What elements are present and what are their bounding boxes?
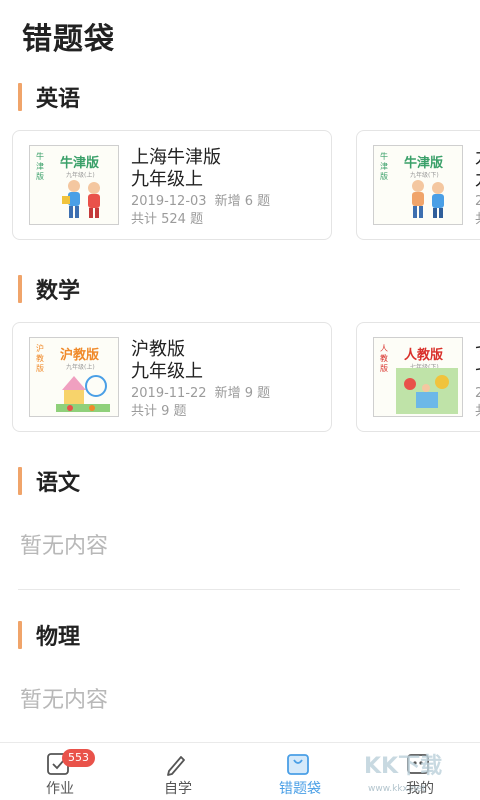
cover-title: 牛津版 — [60, 156, 100, 171]
book-cover: 牛津版 牛津版 九年级(下) — [373, 145, 463, 225]
tab-mistakes[interactable]: 错题袋 — [240, 743, 360, 800]
section-chinese: 语文 暂无内容 — [0, 466, 480, 586]
empty-state-text: 暂无内容 — [20, 534, 109, 559]
book-date: 2019-12-03 — [131, 194, 207, 209]
section-header: 语文 — [18, 466, 80, 496]
book-date: 2 — [475, 386, 480, 401]
cover-side-text: 牛津版 — [380, 152, 388, 181]
book-cover: 人教版 人教版 七年级(下) — [373, 337, 463, 417]
tab-label-mistakes: 错题袋 — [279, 781, 321, 797]
section-label-chinese: 语文 — [36, 471, 81, 496]
book-card-oxford-partial[interactable]: 牛津版 牛津版 九年级(下) 九 九 2 共 — [356, 130, 480, 240]
tab-homework[interactable]: 553 作业 — [0, 743, 120, 800]
tab-label-homework: 作业 — [46, 781, 74, 797]
section-header: 英语 — [18, 82, 80, 112]
section-english: 英语 牛津版 牛津版 九年级(上) 上海牛津版 九年级上 2019-12-03 … — [0, 80, 480, 250]
book-grade: 九 — [475, 169, 480, 191]
section-label-math: 数学 — [36, 279, 81, 304]
book-update-line: 2019-12-03 新增 6 题 — [131, 193, 278, 211]
book-name: 上海牛津版 — [131, 147, 221, 168]
section-math: 数学 沪教版 沪教版 九年级(上) 沪教版 九年级上 2019-11-22 新增… — [0, 272, 480, 442]
section-label-english: 英语 — [36, 87, 81, 112]
book-card-shanghai-oxford[interactable]: 牛津版 牛津版 九年级(上) 上海牛津版 九年级上 2019-12-03 新增 … — [12, 130, 332, 240]
book-info: 沪教版 九年级上 2019-11-22 新增 9 题 共计 9 题 — [131, 339, 278, 421]
section-accent-bar — [18, 275, 22, 303]
cover-title: 沪教版 — [60, 348, 100, 363]
kids-illustration-icon — [412, 180, 444, 218]
book-info: 九 九 2 共 — [475, 147, 480, 229]
book-grade: 九年级上 — [131, 361, 203, 382]
section-header: 数学 — [18, 274, 80, 304]
cover-title: 人教版 — [404, 348, 444, 363]
section-accent-bar — [18, 621, 22, 649]
book-name: 沪教版 — [131, 339, 185, 360]
book-date: 2 — [475, 194, 480, 209]
section-label-physics: 物理 — [36, 625, 81, 650]
empty-state-text: 暂无内容 — [20, 688, 109, 713]
book-grade: 九年级上 — [131, 169, 203, 190]
cover-title: 牛津版 — [404, 156, 444, 171]
section-accent-bar — [18, 83, 22, 111]
bag-icon — [287, 754, 309, 775]
book-update-line: 2019-11-22 新增 9 题 — [131, 385, 278, 403]
book-name: 七 — [475, 339, 480, 361]
cover-side-text: 牛津版 — [36, 152, 44, 181]
watermark-url: www.kkx.net — [368, 784, 426, 794]
book-total: 共 — [475, 211, 480, 229]
section-header: 物理 — [18, 620, 80, 650]
kids-illustration-icon — [62, 180, 100, 218]
book-cover: 沪教版 沪教版 九年级(上) — [29, 337, 119, 417]
section-accent-bar — [18, 467, 22, 495]
book-info: 七 七 2 共 — [475, 339, 480, 421]
book-card-row[interactable]: 牛津版 牛津版 九年级(上) 上海牛津版 九年级上 2019-12-03 新增 … — [12, 130, 480, 242]
book-total: 共计 9 题 — [131, 404, 187, 419]
book-total: 共计 524 题 — [131, 212, 204, 227]
section-divider — [18, 589, 460, 590]
book-card-hujiao[interactable]: 沪教版 沪教版 九年级(上) 沪教版 九年级上 2019-11-22 新增 9 题… — [12, 322, 332, 432]
section-physics: 物理 暂无内容 — [0, 620, 480, 730]
page-title: 错题袋 — [22, 22, 115, 57]
homework-badge: 553 — [62, 749, 95, 767]
carnival-illustration-icon — [56, 375, 110, 412]
book-info: 上海牛津版 九年级上 2019-12-03 新增 6 题 共计 524 题 — [131, 147, 278, 229]
book-total: 共 — [475, 403, 480, 421]
book-date: 2019-11-22 — [131, 386, 207, 401]
watermark-brand: KK下载 — [364, 754, 443, 779]
cover-side-text: 人教版 — [380, 344, 388, 373]
pencil-icon — [167, 756, 185, 776]
book-name: 九 — [475, 147, 480, 169]
tab-label-self-study: 自学 — [164, 781, 192, 797]
tab-self-study[interactable]: 自学 — [118, 743, 238, 800]
cover-side-text: 沪教版 — [36, 344, 44, 373]
book-grade: 七 — [475, 361, 480, 383]
book-card-row[interactable]: 沪教版 沪教版 九年级(上) 沪教版 九年级上 2019-11-22 新增 9 题… — [12, 322, 480, 434]
book-new-count: 新增 9 题 — [214, 386, 271, 401]
garden-illustration-icon — [396, 368, 458, 414]
book-card-renjiao-partial[interactable]: 人教版 人教版 七年级(下) 七 七 2 共 — [356, 322, 480, 432]
book-new-count: 新增 6 题 — [214, 194, 271, 209]
book-cover: 牛津版 牛津版 九年级(上) — [29, 145, 119, 225]
